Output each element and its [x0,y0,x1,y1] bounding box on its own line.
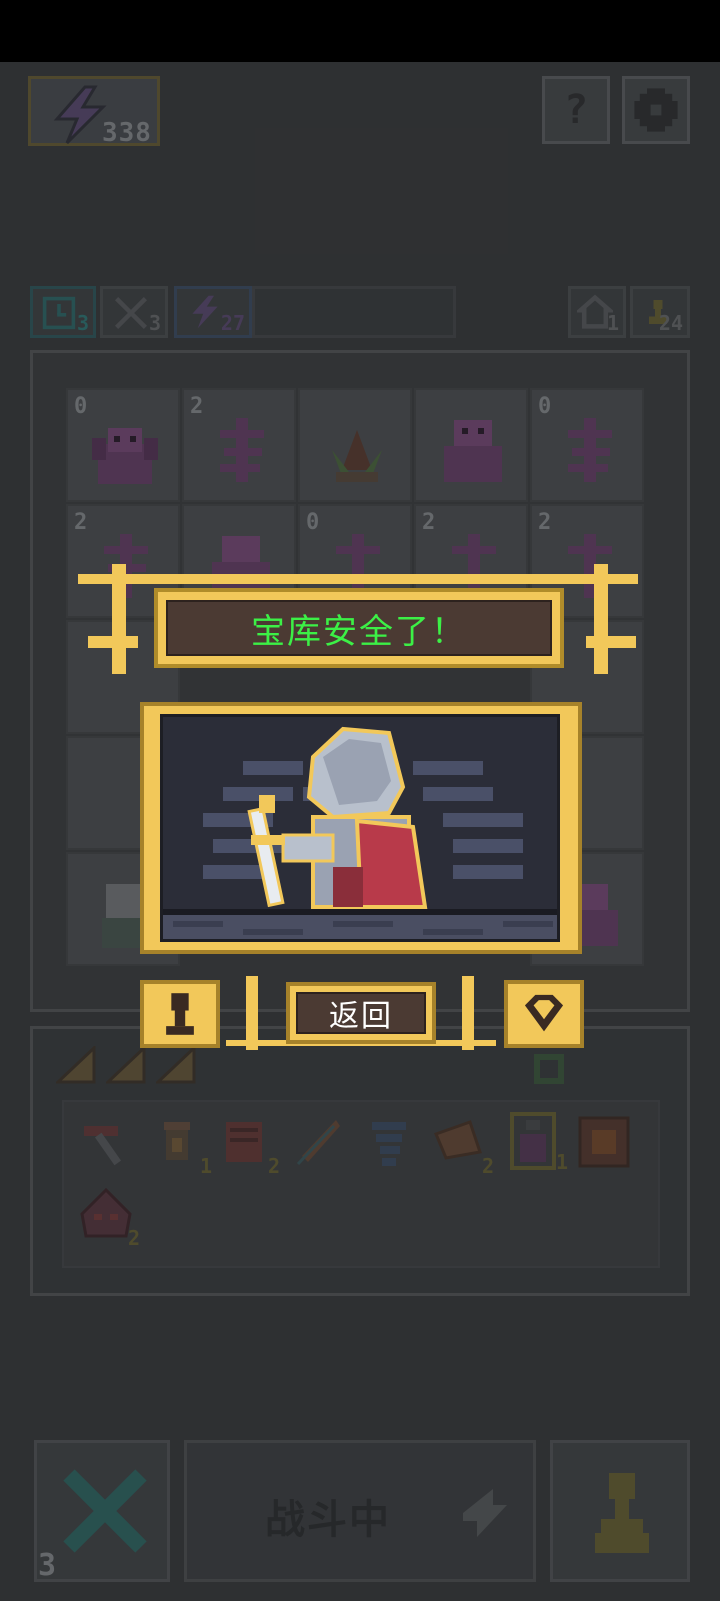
keyhole-icon [166,993,194,1035]
gem-button[interactable] [504,980,584,1048]
back-right-post [462,976,474,1050]
modal-title: 宝库安全了！ [251,611,467,652]
status-bar [0,0,720,62]
gem-icon [524,994,564,1032]
left-post [112,564,126,674]
knight-illustration [160,714,560,942]
left-bracket [88,636,138,648]
back-left-post [246,976,258,1050]
keyhole-button[interactable] [140,980,220,1048]
back-button-panel: 返回 [296,992,426,1034]
knight-icon [163,726,557,939]
right-post [594,564,608,674]
back-button[interactable]: 返回 [286,982,436,1044]
modal-title-panel: 宝库安全了！ [166,600,552,656]
modal-title-frame: 宝库安全了！ [154,588,564,668]
title-rail [78,574,638,584]
back-label: 返回 [329,999,393,1034]
right-bracket [586,636,636,648]
